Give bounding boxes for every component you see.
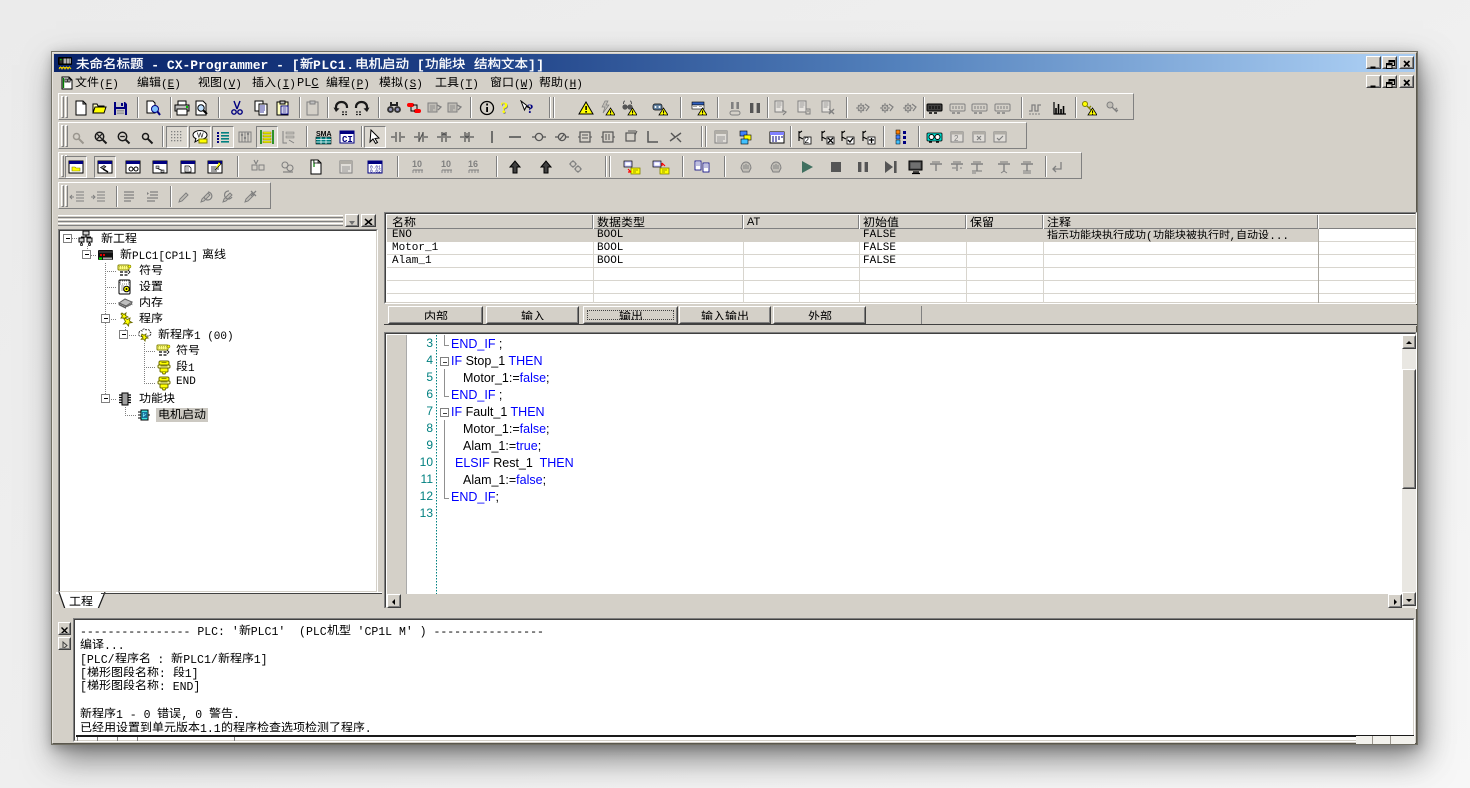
svg-text:2: 2 bbox=[805, 136, 810, 145]
svg-text:10: 10 bbox=[412, 159, 422, 169]
svg-text:?: ? bbox=[500, 100, 508, 116]
svg-text:2: 2 bbox=[954, 134, 959, 143]
svg-text:16: 16 bbox=[468, 159, 478, 169]
svg-text:CI: CI bbox=[342, 135, 353, 145]
svg-text:10: 10 bbox=[441, 159, 451, 169]
svg-text:?: ? bbox=[527, 101, 534, 116]
svg-text:0.02: 0.02 bbox=[370, 169, 381, 175]
svg-text:W: W bbox=[197, 133, 204, 140]
